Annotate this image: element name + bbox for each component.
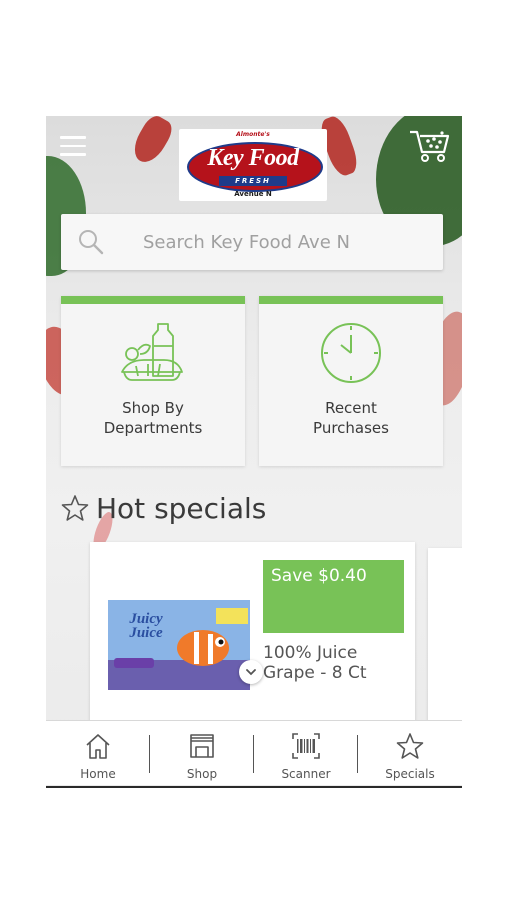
groceries-icon — [121, 323, 183, 381]
tile-label: Recent Purchases — [259, 398, 443, 438]
logo-main-text: Key Food — [207, 145, 299, 171]
nav-scanner[interactable]: Scanner — [254, 721, 358, 785]
logo-top-text: Almonte's — [236, 131, 270, 138]
search-input[interactable] — [143, 229, 433, 255]
savings-text: Save $0.40 — [271, 566, 367, 586]
cart-icon[interactable] — [408, 128, 450, 164]
tile-label: Shop By Departments — [61, 398, 245, 438]
logo-fresh-text: FRESH — [219, 176, 287, 186]
product-name-line2: Grape - 8 Ct — [263, 663, 367, 683]
shop-icon — [190, 734, 214, 758]
nav-specials[interactable]: Specials — [358, 721, 462, 785]
home-icon — [86, 734, 110, 759]
tile-label-line1: Recent — [325, 399, 377, 417]
tile-label-line2: Purchases — [313, 419, 389, 437]
logo-location-text: Avenue N — [234, 190, 272, 198]
tile-label-line2: Departments — [103, 419, 203, 437]
shop-by-departments-tile[interactable]: Shop By Departments — [61, 296, 245, 466]
search-bar[interactable] — [61, 214, 443, 270]
hot-specials-title: Hot specials — [96, 491, 267, 525]
bottom-navigation: Home Shop Scanner Specials — [46, 720, 462, 785]
nav-label: Specials — [385, 767, 435, 781]
juice-brand-text: Juicy Juice — [116, 611, 176, 641]
search-icon — [79, 230, 104, 255]
juice-brand-line2: Juice — [129, 625, 163, 641]
juice-brand-line1: Juicy — [129, 611, 163, 627]
store-logo: Almonte's Key Food FRESH Avenue N — [179, 129, 327, 201]
hamburger-menu-icon[interactable] — [60, 136, 86, 156]
star-icon — [61, 495, 89, 521]
product-name: 100% Juice Grape - 8 Ct — [263, 643, 413, 683]
nav-home[interactable]: Home — [46, 721, 150, 785]
next-product-card[interactable] — [428, 548, 462, 723]
nav-label: Home — [80, 767, 116, 781]
hot-specials-heading: Hot specials — [60, 488, 266, 528]
nav-shop[interactable]: Shop — [150, 721, 254, 785]
savings-badge: Save $0.40 — [263, 560, 404, 633]
recent-purchases-tile[interactable]: Recent Purchases — [259, 296, 443, 466]
nav-label: Shop — [186, 767, 218, 781]
chili-pepper-decoration — [127, 116, 177, 168]
nav-label: Scanner — [281, 767, 331, 781]
chevron-down-icon[interactable] — [239, 660, 263, 684]
app-screen: Almonte's Key Food FRESH Avenue N Search… — [46, 116, 462, 788]
product-name-line1: 100% Juice — [263, 643, 358, 663]
special-product-card[interactable]: Juicy Juice Save $0.40 100% Juice Grape … — [90, 542, 415, 722]
star-icon — [396, 733, 424, 759]
clock-icon — [321, 323, 381, 383]
tile-label-line1: Shop By — [122, 399, 184, 417]
barcode-icon — [292, 733, 320, 759]
